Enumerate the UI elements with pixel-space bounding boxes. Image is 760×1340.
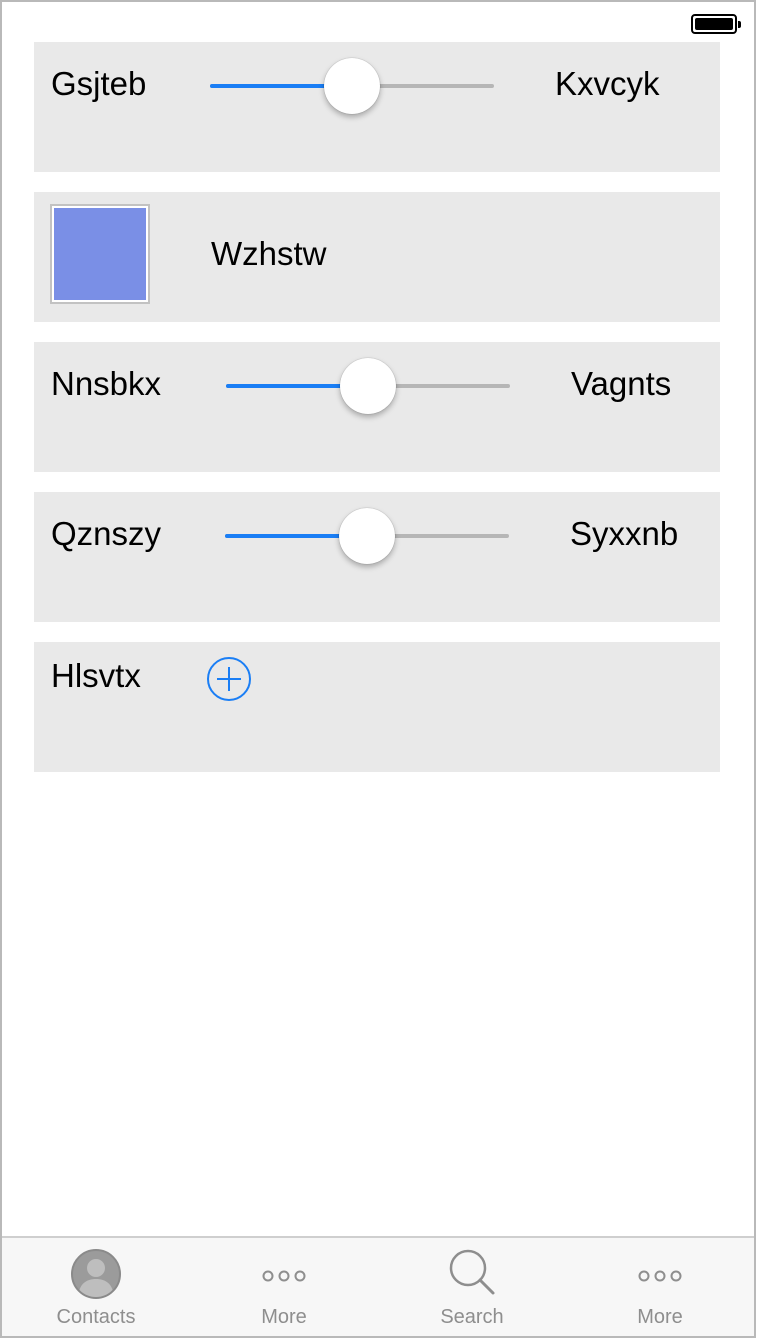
- add-row: Hlsvtx: [34, 642, 720, 772]
- tab-bar: Contacts More Search More: [2, 1236, 754, 1336]
- tab-search[interactable]: Search: [378, 1238, 566, 1336]
- battery-icon: [691, 14, 741, 34]
- tab-more-1[interactable]: More: [190, 1238, 378, 1336]
- color-swatch-fill: [54, 208, 146, 300]
- slider-row-1: Gsjteb Kxvcyk: [34, 42, 720, 172]
- tab-label: Contacts: [56, 1306, 136, 1328]
- slider-2[interactable]: [226, 356, 510, 416]
- status-bar: [2, 2, 754, 42]
- slider-1[interactable]: [210, 56, 494, 116]
- slider-left-label: Nnsbkx: [51, 365, 162, 402]
- color-row: Wzhstw: [34, 192, 720, 322]
- tab-contacts[interactable]: Contacts: [2, 1238, 190, 1336]
- more-icon: [630, 1244, 690, 1304]
- tab-label: Search: [440, 1306, 504, 1328]
- tab-label: More: [261, 1306, 307, 1328]
- color-row-label: Wzhstw: [211, 235, 327, 272]
- search-icon: [442, 1244, 502, 1304]
- slider-thumb[interactable]: [339, 508, 395, 564]
- more-icon: [254, 1244, 314, 1304]
- slider-left-label: Gsjteb: [51, 65, 147, 102]
- slider-left-label: Qznszy: [51, 515, 162, 552]
- slider-right-label: Vagnts: [571, 365, 672, 402]
- slider-right-label: Syxxnb: [570, 515, 679, 552]
- slider-thumb[interactable]: [340, 358, 396, 414]
- slider-right-label: Kxvcyk: [555, 65, 660, 102]
- tab-label: More: [637, 1306, 683, 1328]
- slider-3[interactable]: [225, 506, 509, 566]
- app-frame: Gsjteb Kxvcyk Wzhstw Nnsbkx Vagnts Qznsz…: [0, 0, 756, 1338]
- slider-row-3: Qznszy Syxxnb: [34, 492, 720, 622]
- add-row-label: Hlsvtx: [51, 657, 141, 694]
- color-swatch[interactable]: [50, 204, 150, 304]
- plus-circle-icon[interactable]: [206, 656, 252, 702]
- contacts-icon: [66, 1244, 126, 1304]
- tab-more-2[interactable]: More: [566, 1238, 754, 1336]
- slider-row-2: Nnsbkx Vagnts: [34, 342, 720, 472]
- slider-thumb[interactable]: [324, 58, 380, 114]
